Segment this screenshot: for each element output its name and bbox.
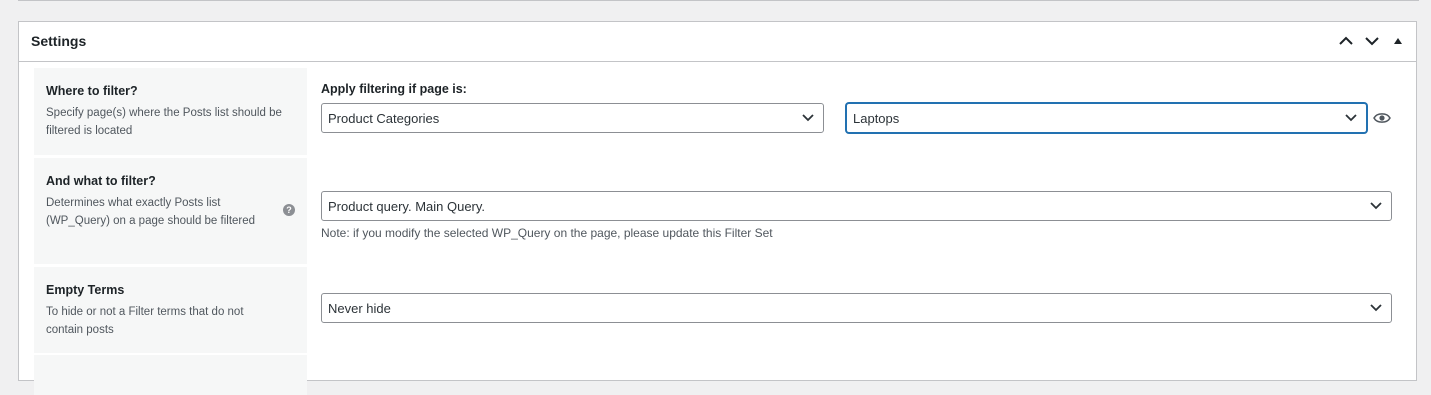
row-description: To hide or not a Filter terms that do no… (46, 306, 244, 336)
row-description: Specify page(s) where the Posts list sho… (46, 107, 282, 137)
previous-box-edge (18, 0, 1419, 1)
row-label-next (34, 355, 307, 395)
row-label-where-to-filter: Where to filter? Specify page(s) where t… (34, 68, 307, 155)
page-type-select[interactable]: Product Categories (321, 103, 824, 133)
query-select[interactable]: Product query. Main Query. (321, 191, 1392, 221)
query-select-value: Product query. Main Query. (328, 198, 486, 214)
chevron-down-icon (1370, 202, 1382, 210)
move-up-button[interactable] (1336, 29, 1356, 53)
empty-terms-select[interactable]: Never hide (321, 293, 1392, 323)
move-down-button[interactable] (1362, 29, 1382, 53)
term-select[interactable]: Laptops (846, 103, 1367, 133)
apply-filtering-title: Apply filtering if page is: (321, 82, 467, 96)
term-select-value: Laptops (853, 110, 900, 126)
row-label-empty-terms: Empty Terms To hide or not a Filter term… (34, 267, 307, 353)
triangle-up-icon (1394, 38, 1402, 44)
query-note: Note: if you modify the selected WP_Quer… (321, 226, 773, 240)
eye-icon[interactable] (1373, 111, 1391, 125)
postbox-title: Settings (31, 33, 87, 49)
chevron-up-icon (1339, 36, 1353, 45)
row-title: Where to filter? (46, 84, 138, 98)
settings-postbox: Settings Where to filter? Specify page(s… (18, 21, 1417, 395)
toggle-panel-button[interactable] (1388, 29, 1408, 53)
page-type-select-value: Product Categories (328, 110, 440, 126)
chevron-down-icon (1345, 114, 1357, 122)
row-label-what-to-filter: And what to filter? Determines what exac… (34, 158, 307, 264)
empty-terms-select-value: Never hide (328, 300, 391, 316)
row-title: And what to filter? (46, 174, 156, 188)
handle-actions (1336, 29, 1408, 53)
row-title: Empty Terms (46, 283, 125, 297)
chevron-down-icon (802, 114, 814, 122)
postbox-header: Settings (19, 22, 1416, 62)
row-description: Determines what exactly Posts list (WP_Q… (46, 197, 256, 227)
chevron-down-icon (1370, 304, 1382, 312)
help-icon[interactable]: ? (283, 204, 295, 216)
chevron-down-icon (1365, 37, 1379, 46)
